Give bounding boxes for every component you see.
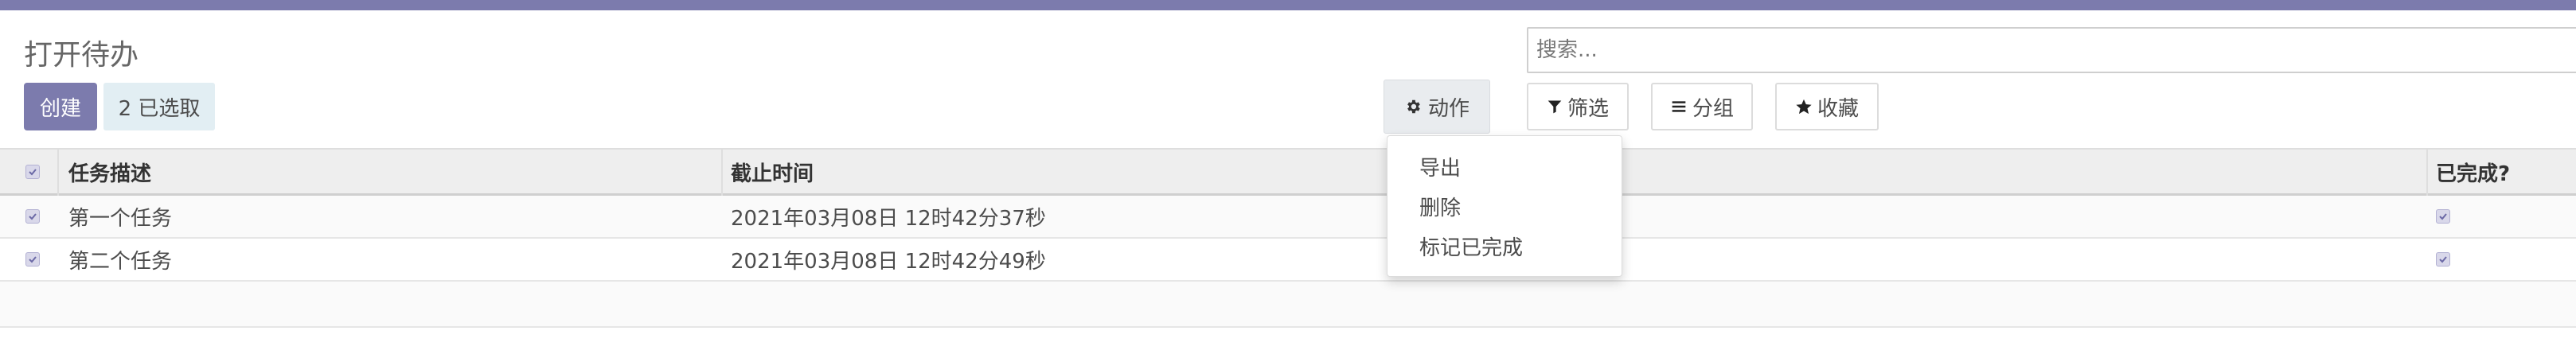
row-select-checkbox[interactable] xyxy=(25,209,40,224)
group-by-button-label: 分组 xyxy=(1692,96,1734,121)
table-footer-row xyxy=(0,282,2576,328)
favorites-button[interactable]: 收藏 xyxy=(1775,83,1879,130)
column-divider xyxy=(57,148,59,196)
menu-item-delete[interactable]: 删除 xyxy=(1419,192,1461,221)
page-title: 打开待办 xyxy=(24,39,139,72)
task-description: 第二个任务 xyxy=(68,249,173,274)
filter-button-label: 筛选 xyxy=(1567,96,1609,121)
star-icon xyxy=(1795,98,1813,115)
create-button[interactable]: 创建 xyxy=(24,83,97,130)
column-divider xyxy=(2426,148,2428,196)
table-row[interactable]: 第二个任务 2021年03月08日 12时42分49秒 xyxy=(0,239,2576,282)
search-input[interactable] xyxy=(1527,27,2576,73)
column-header-description[interactable]: 任务描述 xyxy=(68,150,151,194)
top-navbar xyxy=(0,0,2576,10)
favorites-button-label: 收藏 xyxy=(1817,96,1859,121)
filter-button[interactable]: 筛选 xyxy=(1527,83,1629,130)
menu-item-mark-done[interactable]: 标记已完成 xyxy=(1419,232,1523,261)
row-select-checkbox[interactable] xyxy=(25,252,40,267)
column-divider xyxy=(721,148,723,196)
column-header-done[interactable]: 已完成? xyxy=(2436,150,2510,194)
action-dropdown-menu: 导出 删除 标记已完成 xyxy=(1387,135,1622,277)
filter-icon xyxy=(1547,99,1563,115)
selected-count-badge: 2 已选取 xyxy=(103,83,215,130)
table-header: 任务描述 截止时间 已完成? xyxy=(0,148,2576,196)
select-all-checkbox[interactable] xyxy=(25,165,40,179)
action-button-label: 动作 xyxy=(1427,96,1469,121)
group-by-button[interactable]: 分组 xyxy=(1651,83,1753,130)
gear-icon xyxy=(1404,98,1422,115)
task-description: 第一个任务 xyxy=(68,206,173,231)
action-button[interactable]: 动作 xyxy=(1384,80,1490,134)
task-done-checkbox[interactable] xyxy=(2436,252,2450,267)
task-deadline: 2021年03月08日 12时42分37秒 xyxy=(731,206,1046,231)
menu-item-export[interactable]: 导出 xyxy=(1419,152,1461,181)
table-row[interactable]: 第一个任务 2021年03月08日 12时42分37秒 xyxy=(0,196,2576,239)
task-done-checkbox[interactable] xyxy=(2436,209,2450,224)
task-deadline: 2021年03月08日 12时42分49秒 xyxy=(731,249,1046,274)
column-header-deadline[interactable]: 截止时间 xyxy=(731,150,814,194)
list-icon xyxy=(1670,99,1688,115)
